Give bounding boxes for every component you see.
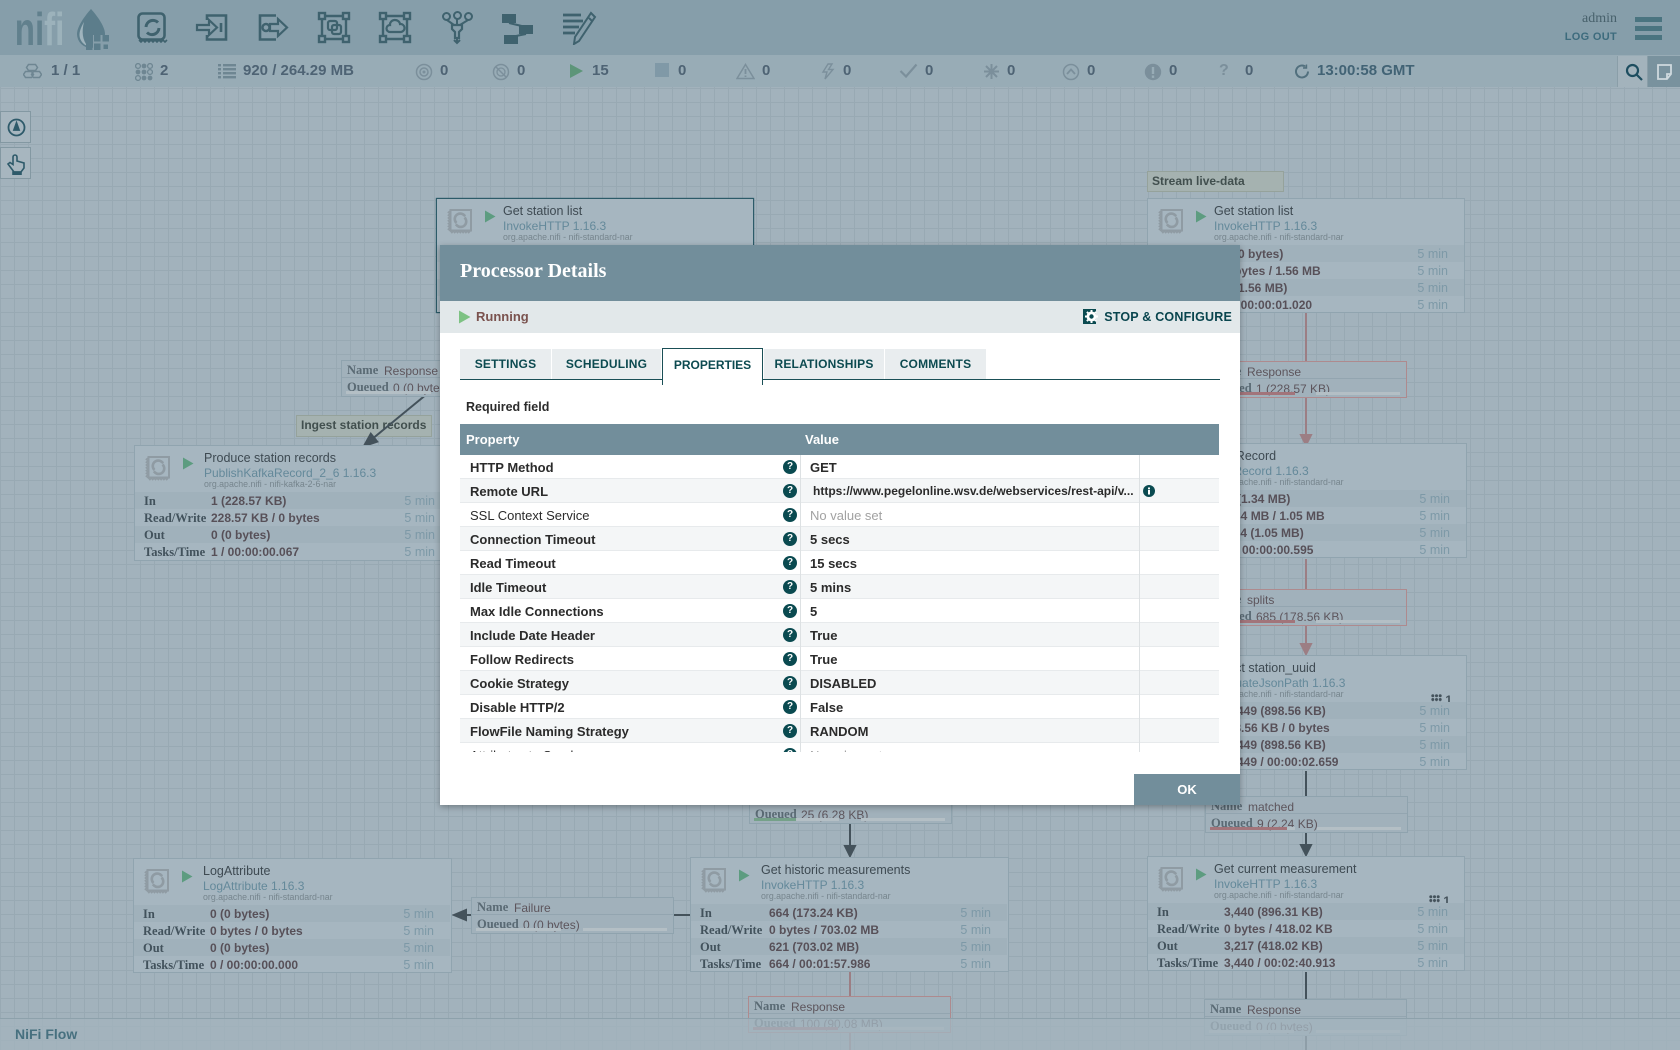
svg-text:nifi: nifi <box>15 5 65 54</box>
